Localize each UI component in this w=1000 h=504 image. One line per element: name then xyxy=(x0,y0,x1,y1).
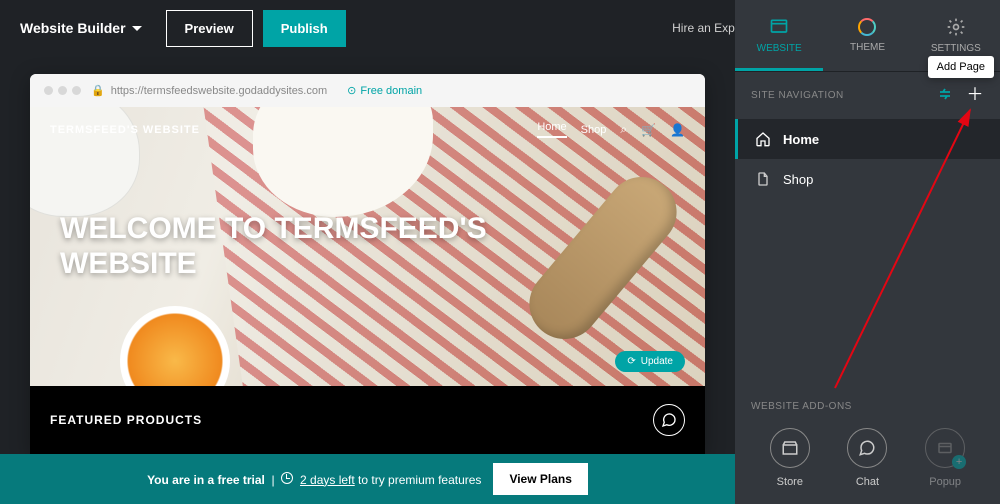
addon-store-label: Store xyxy=(777,476,803,488)
reorder-icon[interactable] xyxy=(937,86,953,105)
update-label: Update xyxy=(641,356,673,367)
store-icon xyxy=(770,428,810,468)
featured-title: FEATURED PRODUCTS xyxy=(50,413,202,427)
lock-icon: 🔒 xyxy=(91,84,105,97)
free-domain-link[interactable]: ⊙ Free domain xyxy=(347,84,422,97)
tab-settings-label: SETTINGS xyxy=(931,43,981,54)
trial-rest: to try premium features xyxy=(355,473,482,487)
preview-site-title: TERMSFEED'S WEBSITE xyxy=(50,124,200,136)
popup-icon: + xyxy=(925,428,965,468)
chevron-down-icon xyxy=(132,26,142,31)
page-shop-label: Shop xyxy=(783,172,813,187)
page-item-home[interactable]: Home xyxy=(735,119,1000,159)
preview-nav-shop[interactable]: Shop xyxy=(581,124,607,136)
add-page-tooltip: Add Page xyxy=(928,56,994,78)
hero-decor-egg xyxy=(120,306,230,386)
brand-label: Website Builder xyxy=(20,20,126,36)
site-navigation-heading: SITE NAVIGATION xyxy=(751,90,844,101)
tag-icon: ⊙ xyxy=(347,84,356,97)
refresh-icon: ⟳ xyxy=(627,356,635,367)
hero-line2: WEBSITE xyxy=(60,247,675,282)
chat-bubble-icon[interactable] xyxy=(653,404,685,436)
palette-icon xyxy=(858,18,876,36)
trial-banner: You are in a free trial | 2 days left to… xyxy=(0,454,735,504)
search-icon[interactable]: ⌕ xyxy=(620,122,627,137)
trial-bold: You are in a free trial xyxy=(147,473,265,487)
tab-theme[interactable]: THEME xyxy=(823,18,911,53)
free-domain-label: Free domain xyxy=(360,85,422,97)
browser-bar: 🔒 https://termsfeedswebsite.godaddysites… xyxy=(30,74,705,107)
tab-website-label: WEBSITE xyxy=(757,43,802,54)
cart-icon[interactable]: 🛒 xyxy=(641,123,656,137)
trial-days-link[interactable]: 2 days left xyxy=(300,473,355,487)
home-icon xyxy=(755,131,771,147)
publish-button[interactable]: Publish xyxy=(263,10,346,47)
addons-heading: WEBSITE ADD-ONS xyxy=(751,401,984,412)
clock-icon xyxy=(281,472,293,484)
addon-chat[interactable]: Chat xyxy=(847,428,887,488)
chat-icon xyxy=(847,428,887,468)
add-page-icon[interactable]: ＋ xyxy=(967,86,985,105)
featured-section[interactable]: FEATURED PRODUCTS xyxy=(30,386,705,454)
user-icon[interactable]: 👤 xyxy=(670,123,685,137)
preview-nav-home[interactable]: Home xyxy=(537,121,566,138)
site-preview: 🔒 https://termsfeedswebsite.godaddysites… xyxy=(30,74,705,454)
addon-popup-label: Popup xyxy=(929,476,961,488)
update-button[interactable]: ⟳ Update xyxy=(615,351,685,372)
preview-button[interactable]: Preview xyxy=(166,10,253,47)
brand-dropdown[interactable]: Website Builder xyxy=(20,20,142,36)
traffic-lights xyxy=(44,86,81,95)
addon-chat-label: Chat xyxy=(856,476,879,488)
addon-popup[interactable]: + Popup xyxy=(925,428,965,488)
plus-badge-icon: + xyxy=(952,455,966,469)
page-item-shop[interactable]: Shop xyxy=(735,159,1000,199)
hero-line1: WELCOME TO TERMSFEED'S xyxy=(60,212,675,247)
page-home-label: Home xyxy=(783,132,819,147)
tab-website[interactable]: WEBSITE xyxy=(735,17,823,54)
document-icon xyxy=(755,171,771,187)
addon-store[interactable]: Store xyxy=(770,428,810,488)
tab-theme-label: THEME xyxy=(850,42,885,53)
view-plans-button[interactable]: View Plans xyxy=(493,463,587,495)
right-panel: WEBSITE THEME SETTINGS Add Page SITE NAV… xyxy=(735,0,1000,504)
url-text: https://termsfeedswebsite.godaddysites.c… xyxy=(111,85,327,97)
tab-settings[interactable]: SETTINGS xyxy=(912,17,1000,54)
